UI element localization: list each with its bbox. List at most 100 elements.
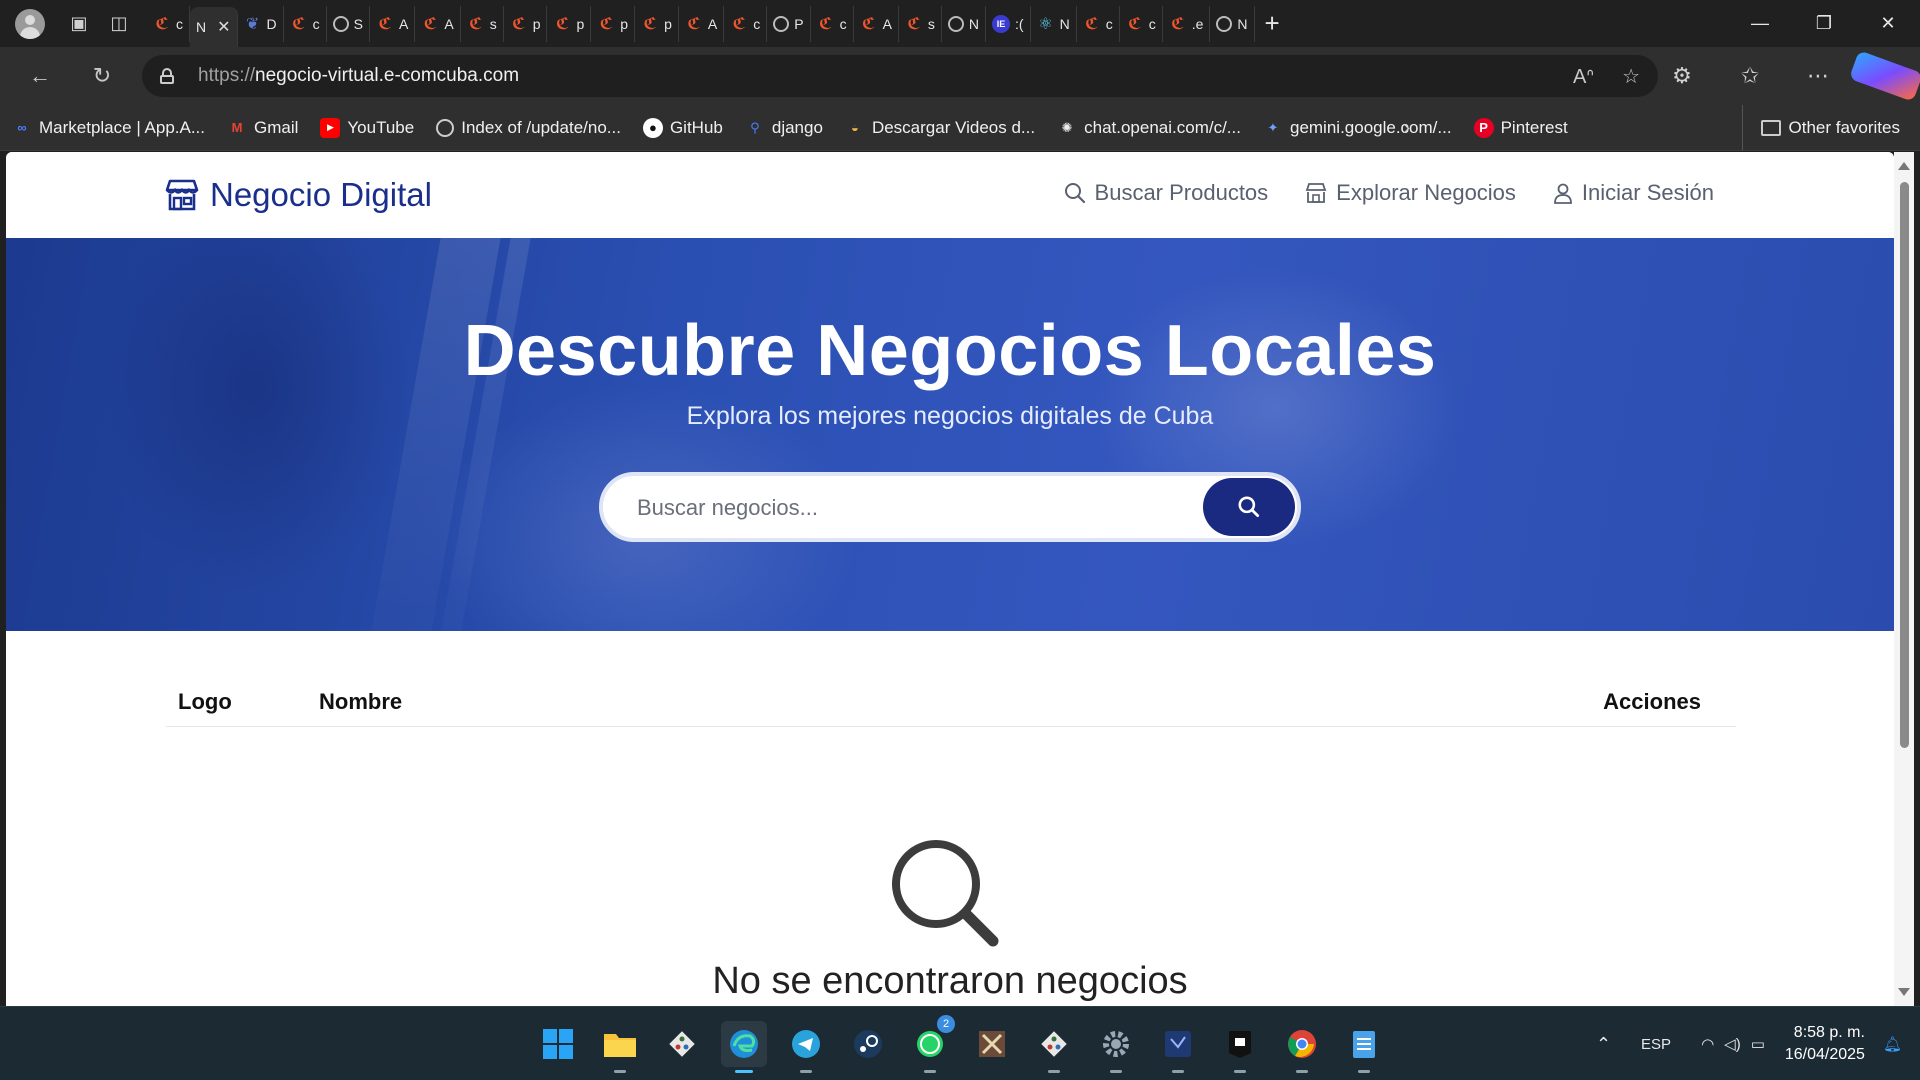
language-indicator[interactable]: ESP bbox=[1641, 1036, 1671, 1053]
globe-icon bbox=[1216, 15, 1233, 32]
globe-icon bbox=[773, 15, 790, 32]
github-icon: ● bbox=[642, 117, 663, 138]
clock[interactable]: 8:58 p. m. 16/04/2025 bbox=[1785, 1022, 1865, 1066]
nav-explorar-negocios[interactable]: Explorar Negocios bbox=[1304, 180, 1516, 206]
file-explorer-icon[interactable] bbox=[597, 1021, 643, 1073]
tab-favicon-icon: ℭ bbox=[907, 15, 921, 33]
workspaces-icon[interactable]: ▣ bbox=[59, 4, 99, 44]
scroll-down-icon[interactable] bbox=[1898, 988, 1910, 996]
bookmark-django[interactable]: ⚲ django bbox=[745, 118, 823, 138]
restore-icon[interactable]: ❐ bbox=[1792, 0, 1856, 47]
tab-active[interactable]: N ✕ bbox=[190, 7, 238, 47]
bookmark-pinterest[interactable]: P Pinterest bbox=[1473, 117, 1568, 138]
tab[interactable]: ℭp bbox=[591, 5, 636, 42]
notepad-icon[interactable] bbox=[1341, 1021, 1387, 1073]
tab[interactable]: ℭc bbox=[284, 5, 327, 42]
new-tab-icon[interactable]: + bbox=[1265, 8, 1280, 39]
tab[interactable]: ℭp bbox=[504, 5, 548, 42]
windows-taskbar: 2 ⌃ ESP ◠ ◁) ▭ 8:58 p. m. 16/04/2025 🔔︎ bbox=[0, 1006, 1920, 1080]
tab[interactable]: ℭc bbox=[147, 5, 190, 42]
tab[interactable]: S bbox=[327, 5, 370, 42]
notification-bell-icon[interactable]: 🔔︎ bbox=[1883, 1035, 1902, 1053]
tab[interactable]: ⚛ N bbox=[1031, 5, 1077, 42]
extensions-icon[interactable]: ⚙ bbox=[1648, 63, 1716, 89]
tab[interactable]: ❦ D bbox=[238, 5, 284, 42]
battery-icon[interactable]: ▭ bbox=[1751, 1035, 1765, 1053]
hero-banner: Descubre Negocios Locales Explora los me… bbox=[6, 238, 1894, 631]
vertical-tabs-icon[interactable]: ◫ bbox=[99, 4, 139, 44]
address-bar[interactable]: https://negocio-virtual.e-comcuba.com A͏… bbox=[142, 55, 1658, 97]
git-icon[interactable] bbox=[659, 1021, 705, 1067]
tab[interactable]: ℭc bbox=[724, 5, 768, 42]
telegram-icon[interactable] bbox=[783, 1021, 829, 1073]
tab-favicon-icon: ❦ bbox=[245, 15, 260, 33]
tab[interactable]: ℭp bbox=[635, 5, 679, 42]
epic-games-icon[interactable] bbox=[1217, 1021, 1263, 1073]
steam-icon[interactable] bbox=[845, 1021, 891, 1067]
favorites-icon[interactable]: ✩ bbox=[1716, 63, 1784, 89]
bookmark-gmail[interactable]: M Gmail bbox=[227, 118, 299, 138]
folder-icon bbox=[1760, 120, 1781, 136]
lock-icon[interactable] bbox=[160, 68, 174, 84]
chevron-up-icon[interactable]: ⌃ bbox=[1596, 1034, 1611, 1055]
bookmark-marketplace[interactable]: ∞ Marketplace | App.A... bbox=[12, 118, 205, 138]
chrome-icon[interactable] bbox=[1279, 1021, 1325, 1073]
other-favorites-folder[interactable]: Other favorites bbox=[1741, 105, 1900, 151]
tab[interactable]: ℭA bbox=[370, 5, 416, 42]
close-tab-icon[interactable]: ✕ bbox=[217, 17, 230, 37]
tab[interactable]: ℭA bbox=[415, 5, 461, 42]
chevron-right-icon[interactable]: › bbox=[1403, 105, 1410, 151]
bookmark-chatgpt[interactable]: ✺ chat.openai.com/c/... bbox=[1057, 118, 1241, 138]
bookmark-github[interactable]: ● GitHub bbox=[642, 117, 723, 138]
read-aloud-icon[interactable]: A͏ᐢ bbox=[1573, 64, 1594, 89]
tab[interactable]: ℭc bbox=[1077, 5, 1120, 42]
refresh-icon[interactable]: ↻ bbox=[77, 51, 127, 101]
profile-avatar[interactable] bbox=[15, 8, 45, 39]
tab[interactable]: ℭs bbox=[899, 5, 942, 42]
tab[interactable]: IE:( bbox=[986, 5, 1031, 42]
close-window-icon[interactable]: ✕ bbox=[1856, 0, 1920, 47]
tab[interactable]: ℭA bbox=[854, 5, 899, 42]
system-tray: ⌃ ESP ◠ ◁) ▭ 8:58 p. m. 16/04/2025 🔔︎ bbox=[1596, 1007, 1920, 1080]
business-search-input[interactable] bbox=[637, 488, 1177, 528]
volume-icon[interactable]: ◁) bbox=[1724, 1035, 1741, 1053]
tab[interactable]: ℭp bbox=[547, 5, 592, 42]
start-menu-icon[interactable] bbox=[535, 1021, 581, 1067]
tab[interactable]: N bbox=[1210, 5, 1255, 42]
search-button[interactable] bbox=[1203, 478, 1295, 536]
bookmark-gemini[interactable]: ✦ gemini.google.com/... bbox=[1263, 118, 1452, 138]
git-gui-icon[interactable] bbox=[1031, 1021, 1077, 1073]
game-icon[interactable] bbox=[969, 1021, 1015, 1067]
more-menu-icon[interactable]: ⋯ bbox=[1784, 63, 1852, 89]
copilot-icon[interactable] bbox=[1848, 50, 1920, 102]
bookmark-descargar-videos[interactable]: ◒ Descargar Videos d... bbox=[845, 118, 1035, 138]
back-icon[interactable]: ← bbox=[15, 51, 65, 101]
whatsapp-icon[interactable]: 2 bbox=[907, 1015, 955, 1073]
tab[interactable]: N bbox=[942, 5, 987, 42]
brand-name: Negocio Digital bbox=[210, 176, 432, 213]
tab[interactable]: P bbox=[767, 5, 811, 42]
tab[interactable]: ℭc bbox=[811, 5, 854, 42]
tab[interactable]: ℭs bbox=[461, 5, 504, 42]
favorite-star-icon[interactable]: ☆ bbox=[1622, 64, 1640, 89]
tab-list: ℭc N ✕ ❦ D ℭc S ℭA ℭA ℭs ℭp ℭp ℭp ℭp ℭA ℭc… bbox=[147, 0, 1280, 47]
scroll-up-icon[interactable] bbox=[1898, 162, 1910, 170]
bookmark-youtube[interactable]: ▶ YouTube bbox=[320, 117, 414, 138]
store-icon bbox=[1305, 183, 1327, 203]
tab[interactable]: ℭ .e bbox=[1163, 5, 1211, 42]
page-scrollbar[interactable] bbox=[1894, 152, 1914, 1006]
scrollbar-thumb[interactable] bbox=[1900, 182, 1909, 748]
gemini-icon: ✦ bbox=[1267, 119, 1279, 135]
nav-iniciar-sesion[interactable]: Iniciar Sesión bbox=[1552, 180, 1714, 206]
edge-icon[interactable] bbox=[721, 1021, 767, 1073]
vscode-icon[interactable] bbox=[1155, 1021, 1201, 1073]
tab[interactable]: ℭA bbox=[679, 5, 725, 42]
tab[interactable]: ℭc bbox=[1120, 5, 1163, 42]
wifi-icon[interactable]: ◠ bbox=[1701, 1035, 1714, 1053]
brand-logo[interactable]: Negocio Digital bbox=[164, 176, 432, 214]
nav-buscar-productos[interactable]: Buscar Productos bbox=[1063, 180, 1268, 206]
tab-favicon-icon: ℭ bbox=[1128, 15, 1142, 33]
minimize-icon[interactable]: — bbox=[1728, 0, 1792, 47]
settings-gear-icon[interactable] bbox=[1093, 1021, 1139, 1073]
bookmark-index[interactable]: Index of /update/no... bbox=[436, 118, 621, 138]
